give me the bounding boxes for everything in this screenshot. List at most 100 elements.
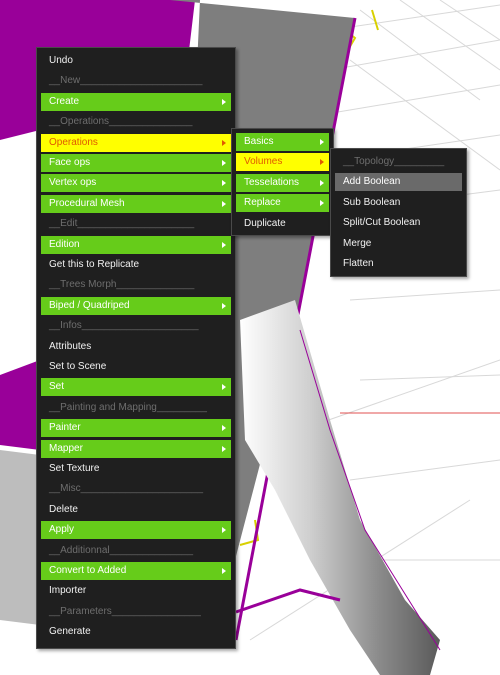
menu-item-undo[interactable]: Undo <box>41 52 231 70</box>
menu-item-label: __Additionnal_______________ <box>49 544 194 556</box>
menu-separator: __Parameters________________ <box>41 603 231 621</box>
menu-item-label: Painter <box>49 422 81 434</box>
menu-item-label: Volumes <box>244 156 283 168</box>
menu-item-label: Face ops <box>49 157 91 168</box>
menu-item-label: Add Boolean <box>343 176 401 188</box>
menu-item-label: Basics <box>244 136 274 147</box>
menu-item-label: Set <box>49 381 65 393</box>
menu-item-label: Mapper <box>49 442 83 454</box>
menu-item-painter[interactable]: Painter <box>41 419 231 438</box>
menu-separator: __Painting and Mapping_________ <box>41 399 231 417</box>
menu-separator: __Trees Morph______________ <box>41 276 231 294</box>
menu-item-label: Merge <box>343 237 372 249</box>
menu-item-label: Duplicate <box>244 217 286 229</box>
menu-item-biped-quadriped[interactable]: Biped / Quadriped <box>41 296 231 315</box>
gray-mesh-lower <box>0 450 40 625</box>
menu-item-label: Delete <box>49 503 78 515</box>
menu-item-mapper[interactable]: Mapper <box>41 439 231 458</box>
menu-separator: __Topology_________ <box>335 153 462 171</box>
menu-item-label: Split/Cut Boolean <box>343 217 421 229</box>
menu-item-replace[interactable]: Replace <box>236 194 329 213</box>
menu-item-set[interactable]: Set <box>41 378 231 397</box>
submenu-arrow-icon <box>222 384 226 391</box>
menu-item-label: Edition <box>49 238 80 250</box>
menu-item-importer[interactable]: Importer <box>41 582 231 600</box>
menu-item-face-ops[interactable]: Face ops <box>41 154 231 172</box>
menu-item-label: Set to Scene <box>49 361 107 372</box>
menu-item-basics[interactable]: Basics <box>236 133 329 151</box>
menu-item-label: __Edit_____________________ <box>49 218 195 230</box>
menu-separator: __Operations_______________ <box>41 113 231 131</box>
submenu-arrow-icon <box>320 179 324 186</box>
menu-item-label: Biped / Quadriped <box>49 299 130 311</box>
menu-item-label: __Infos_____________________ <box>49 320 199 332</box>
submenu-arrow-icon <box>222 160 226 166</box>
menu-item-set-texture[interactable]: Set Texture <box>41 460 231 478</box>
menu-separator: __New______________________ <box>41 72 231 90</box>
menu-item-label: Importer <box>49 585 87 597</box>
menu-item-label: Vertex ops <box>49 177 97 189</box>
menu-item-set-to-scene[interactable]: Set to Scene <box>41 358 231 376</box>
menu-item-delete[interactable]: Delete <box>41 501 231 519</box>
menu-item-sub-boolean[interactable]: Sub Boolean <box>335 194 462 212</box>
menu-item-apply[interactable]: Apply <box>41 521 231 540</box>
menu-item-merge[interactable]: Merge <box>335 235 462 253</box>
submenu-arrow-icon <box>222 568 226 574</box>
menu-item-convert-to-added[interactable]: Convert to Added <box>41 562 231 580</box>
submenu-arrow-icon <box>222 139 226 146</box>
menu-item-label: Operations <box>49 136 98 148</box>
menu-item-procedural-mesh[interactable]: Procedural Mesh <box>41 194 231 213</box>
menu-item-label: Generate <box>49 626 91 638</box>
menu-item-label: Replace <box>244 197 281 209</box>
menu-item-label: Attributes <box>49 340 92 352</box>
submenu-arrow-icon <box>222 445 226 452</box>
submenu-arrow-icon <box>222 98 226 105</box>
menu-item-edition[interactable]: Edition <box>41 235 231 254</box>
menu-item-label: Tesselations <box>244 176 300 188</box>
menu-item-label: __Misc______________________ <box>49 483 204 495</box>
menu-item-label: __New______________________ <box>49 75 203 87</box>
volumes-submenu: __Topology_________ Add Boolean Sub Boolea… <box>330 148 467 277</box>
menu-item-get-this-to-replicate[interactable]: Get this to Replicate <box>41 256 231 274</box>
menu-item-label: Undo <box>49 55 73 66</box>
submenu-arrow-icon <box>222 180 226 187</box>
context-menu: Undo __New______________________ Create __O… <box>36 47 236 649</box>
submenu-arrow-icon <box>222 200 226 207</box>
menu-item-attributes[interactable]: Attributes <box>41 338 231 356</box>
menu-separator: __Additionnal_______________ <box>41 542 231 560</box>
menu-item-label: __Operations_______________ <box>49 116 193 128</box>
menu-separator: __Infos_____________________ <box>41 317 231 335</box>
menu-item-label: __Painting and Mapping_________ <box>49 401 207 413</box>
submenu-arrow-icon <box>320 200 324 207</box>
menu-item-label: __Parameters________________ <box>49 605 201 617</box>
menu-item-label: Set Texture <box>49 463 100 474</box>
menu-item-label: Flatten <box>343 258 374 269</box>
menu-item-generate[interactable]: Generate <box>41 623 231 641</box>
menu-item-volumes[interactable]: Volumes <box>236 153 329 172</box>
menu-item-split-cut-boolean[interactable]: Split/Cut Boolean <box>335 214 462 232</box>
menu-item-label: Create <box>49 95 80 107</box>
submenu-arrow-icon <box>222 241 226 248</box>
menu-item-label: __Topology_________ <box>343 156 445 167</box>
menu-item-tesselations[interactable]: Tesselations <box>236 173 329 192</box>
submenu-arrow-icon <box>222 425 226 432</box>
menu-item-label: Sub Boolean <box>343 196 401 208</box>
menu-item-flatten[interactable]: Flatten <box>335 255 462 273</box>
submenu-arrow-icon <box>320 139 324 145</box>
submenu-arrow-icon <box>222 302 226 309</box>
menu-item-label: Get this to Replicate <box>49 259 140 270</box>
menu-item-label: Convert to Added <box>49 565 127 576</box>
menu-item-label: Procedural Mesh <box>49 197 125 209</box>
menu-separator: __Edit_____________________ <box>41 215 231 233</box>
menu-item-vertex-ops[interactable]: Vertex ops <box>41 174 231 193</box>
submenu-arrow-icon <box>222 527 226 534</box>
menu-item-create[interactable]: Create <box>41 92 231 111</box>
purple-mesh-lower <box>0 360 40 450</box>
menu-item-operations[interactable]: Operations <box>41 133 231 152</box>
operations-submenu: Basics Volumes Tesselations Replace Duplicat… <box>231 128 334 236</box>
menu-item-add-boolean[interactable]: Add Boolean <box>335 173 462 192</box>
menu-item-duplicate[interactable]: Duplicate <box>236 215 329 233</box>
menu-item-label: Apply <box>49 524 75 536</box>
menu-separator: __Misc______________________ <box>41 480 231 498</box>
menu-item-label: __Trees Morph______________ <box>49 279 195 291</box>
